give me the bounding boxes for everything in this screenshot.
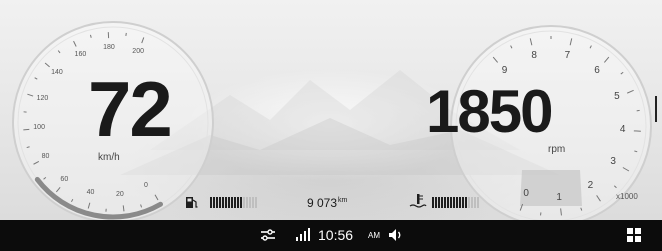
rpm-scale-label: 0: [523, 187, 529, 199]
bar-segment: [231, 197, 233, 208]
speed-scale-label: 60: [60, 175, 69, 183]
bar-segment: [222, 197, 224, 208]
bar-segment: [228, 197, 230, 208]
bar-segment: [210, 197, 212, 208]
bar-segment: [477, 197, 479, 208]
speed-scale-label: 100: [33, 124, 45, 132]
rpm-multiplier-label: x1000: [616, 192, 638, 201]
bar-segment: [240, 197, 242, 208]
rpm-scale-label: 4: [619, 124, 626, 136]
bar-segment: [438, 197, 440, 208]
bar-segment: [255, 197, 257, 208]
speed-scale-label: 80: [41, 152, 50, 160]
bar-segment: [432, 197, 434, 208]
signal-bars-icon: [296, 228, 310, 241]
bar-segment: [456, 197, 458, 208]
rpm-unit-label: rpm: [548, 144, 566, 155]
bar-segment: [444, 197, 446, 208]
thermometer-icon: [409, 194, 427, 208]
volume-icon[interactable]: [388, 228, 404, 242]
bar-segment: [468, 197, 470, 208]
speed-unit-label: km/h: [98, 152, 120, 163]
speed-scale-label: 40: [86, 189, 95, 197]
odometer: 9 073km: [307, 196, 347, 210]
odometer-unit: km: [338, 197, 348, 204]
speed-scale-label: 140: [51, 69, 63, 77]
bar-segment: [441, 197, 443, 208]
apps-grid-icon[interactable]: [627, 228, 641, 242]
bar-segment: [435, 197, 437, 208]
settings-sliders-icon[interactable]: [260, 228, 276, 242]
speed-scale-label: 160: [74, 51, 87, 59]
speed-scale-label: 180: [103, 44, 115, 52]
coolant-temp-bar: [432, 197, 479, 208]
bar-segment: [246, 197, 248, 208]
status-bar: 10:56 AM: [0, 220, 662, 251]
bar-segment: [465, 197, 467, 208]
rpm-scale-label: 6: [594, 64, 600, 76]
clock-ampm: AM: [368, 231, 380, 240]
edge-indicator: [655, 96, 657, 122]
clock-time: 10:56: [318, 227, 354, 243]
rpm-scale-label: 3: [610, 156, 616, 167]
bar-segment: [249, 197, 251, 208]
rpm-scale-label: 2: [587, 180, 594, 192]
rpm-readout: 1850: [426, 78, 553, 145]
bar-segment: [243, 197, 245, 208]
bar-segment: [462, 197, 464, 208]
speed-scale-label: 0: [144, 182, 148, 190]
fuel-level-bar: [210, 197, 257, 208]
speed-scale-label: 120: [36, 95, 49, 103]
speed-scale-label: 200: [132, 48, 144, 56]
bar-segment: [474, 197, 476, 208]
bar-segment: [447, 197, 449, 208]
speed-tick: [23, 128, 30, 131]
fuel-pump-icon: [186, 197, 198, 208]
rpm-scale-label: 8: [531, 49, 537, 61]
bar-segment: [252, 197, 254, 208]
rpm-scale-label: 7: [564, 49, 571, 61]
odometer-value: 9 073: [307, 196, 338, 210]
rpm-scale-label: 1: [556, 191, 562, 203]
rpm-tick: [636, 109, 640, 112]
bar-segment: [459, 197, 461, 208]
bar-segment: [219, 197, 221, 208]
bar-segment: [213, 197, 215, 208]
speed-scale-label: 20: [116, 191, 124, 199]
bar-segment: [237, 197, 239, 208]
speed-readout: 72: [88, 65, 173, 153]
bar-segment: [453, 197, 455, 208]
bar-segment: [216, 197, 218, 208]
rpm-scale-label: 9: [501, 64, 508, 76]
bar-segment: [225, 197, 227, 208]
bar-segment: [471, 197, 473, 208]
instrument-cluster: 0 20 40 60 80 100 120 140 160 180 200 72 km/h 0 1 2 3…: [0, 0, 662, 220]
bar-segment: [450, 197, 452, 208]
rpm-scale-label: 5: [614, 91, 620, 103]
bar-segment: [234, 197, 236, 208]
